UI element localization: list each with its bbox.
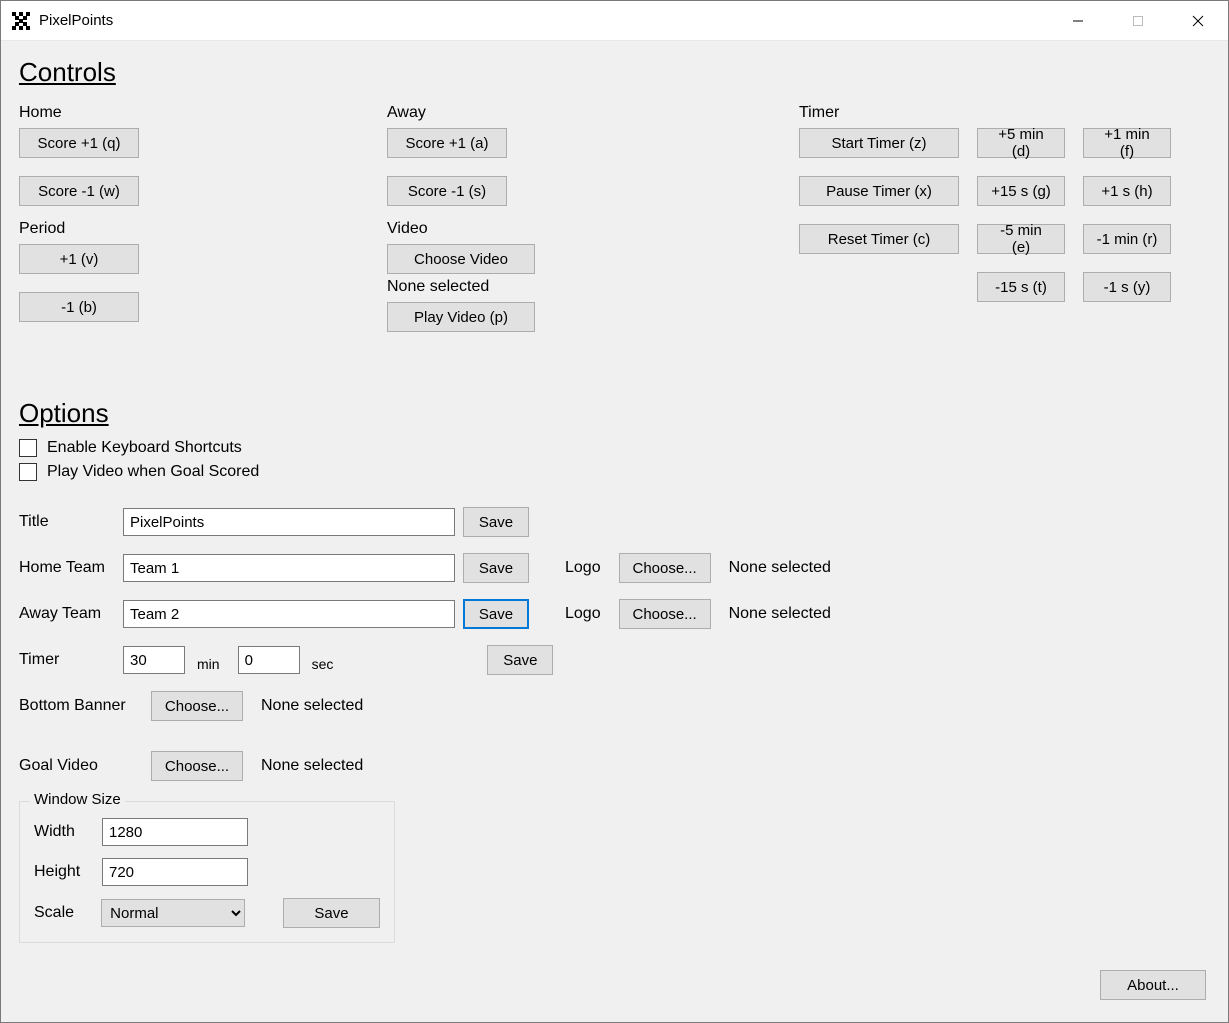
away-score-minus-button[interactable]: Score -1 (s) xyxy=(387,176,507,206)
bottom-banner-label: Bottom Banner xyxy=(19,697,143,715)
home-logo-status: None selected xyxy=(729,559,831,577)
checkbox-icon xyxy=(19,463,37,481)
minus1s-button[interactable]: -1 s (y) xyxy=(1083,272,1171,302)
timer-min-input[interactable] xyxy=(123,646,185,674)
timer-sec-input[interactable] xyxy=(238,646,300,674)
client-area: Controls Home Score +1 (q) Score -1 (w) … xyxy=(1,41,1228,1022)
titlebar: PixelPoints xyxy=(1,1,1228,41)
enable-shortcuts-checkbox[interactable]: Enable Keyboard Shortcuts xyxy=(19,439,1210,457)
goal-video-label: Goal Video xyxy=(19,757,143,775)
save-away-team-button[interactable]: Save xyxy=(463,599,529,629)
home-team-input[interactable] xyxy=(123,554,455,582)
options-area: Enable Keyboard Shortcuts Play Video whe… xyxy=(19,439,1210,481)
settings-form: Title Save Home Team Save Logo Choose...… xyxy=(19,507,1210,943)
save-window-size-button[interactable]: Save xyxy=(283,898,380,928)
plus1min-button[interactable]: +1 min (f) xyxy=(1083,128,1171,158)
maximize-button xyxy=(1108,1,1168,41)
app-icon xyxy=(11,11,31,31)
choose-away-logo-button[interactable]: Choose... xyxy=(619,599,711,629)
save-timer-button[interactable]: Save xyxy=(487,645,553,675)
close-button[interactable] xyxy=(1168,1,1228,41)
choose-home-logo-button[interactable]: Choose... xyxy=(619,553,711,583)
goal-video-status: None selected xyxy=(261,757,363,775)
height-label: Height xyxy=(34,863,94,881)
plus1s-button[interactable]: +1 s (h) xyxy=(1083,176,1171,206)
scale-select[interactable]: Normal xyxy=(101,899,245,927)
home-score-minus-button[interactable]: Score -1 (w) xyxy=(19,176,139,206)
play-video-button[interactable]: Play Video (p) xyxy=(387,302,535,332)
min-label: min xyxy=(197,656,220,672)
window-size-title: Window Size xyxy=(30,791,125,808)
video-label: Video xyxy=(387,220,727,238)
save-title-button[interactable]: Save xyxy=(463,507,529,537)
sec-label: sec xyxy=(312,656,334,672)
choose-bottom-banner-button[interactable]: Choose... xyxy=(151,691,243,721)
window-size-group: Window Size Width Height Scale Normal Sa… xyxy=(19,801,395,943)
options-heading: Options xyxy=(19,398,1210,429)
width-input[interactable] xyxy=(102,818,248,846)
timer-field-label: Timer xyxy=(19,651,115,669)
choose-goal-video-button[interactable]: Choose... xyxy=(151,751,243,781)
home-label: Home xyxy=(19,104,359,122)
title-input[interactable] xyxy=(123,508,455,536)
away-team-input[interactable] xyxy=(123,600,455,628)
enable-shortcuts-label: Enable Keyboard Shortcuts xyxy=(47,439,242,457)
home-score-plus-button[interactable]: Score +1 (q) xyxy=(19,128,139,158)
minus1min-button[interactable]: -1 min (r) xyxy=(1083,224,1171,254)
window-title: PixelPoints xyxy=(39,12,113,29)
choose-video-button[interactable]: Choose Video xyxy=(387,244,535,274)
away-label: Away xyxy=(387,104,727,122)
play-on-goal-label: Play Video when Goal Scored xyxy=(47,463,259,481)
minus15s-button[interactable]: -15 s (t) xyxy=(977,272,1065,302)
controls-grid: Home Score +1 (q) Score -1 (w) Period +1… xyxy=(19,98,1210,398)
checkbox-icon xyxy=(19,439,37,457)
about-button[interactable]: About... xyxy=(1100,970,1206,1000)
controls-heading: Controls xyxy=(19,57,1210,88)
timer-column: Timer Start Timer (z) +5 min (d) +1 min … xyxy=(799,98,1219,320)
reset-timer-button[interactable]: Reset Timer (c) xyxy=(799,224,959,254)
away-column: Away Score +1 (a) Score -1 (s) Video Cho… xyxy=(387,98,727,332)
away-team-label: Away Team xyxy=(19,605,115,623)
home-column: Home Score +1 (q) Score -1 (w) Period +1… xyxy=(19,98,359,322)
plus15s-button[interactable]: +15 s (g) xyxy=(977,176,1065,206)
minus5min-button[interactable]: -5 min (e) xyxy=(977,224,1065,254)
bottom-banner-status: None selected xyxy=(261,697,363,715)
height-input[interactable] xyxy=(102,858,248,886)
play-on-goal-checkbox[interactable]: Play Video when Goal Scored xyxy=(19,463,1210,481)
minimize-button[interactable] xyxy=(1048,1,1108,41)
period-minus-button[interactable]: -1 (b) xyxy=(19,292,139,322)
scale-label: Scale xyxy=(34,904,93,922)
app-window: PixelPoints Controls Home Score +1 (q) S… xyxy=(0,0,1229,1023)
save-home-team-button[interactable]: Save xyxy=(463,553,529,583)
period-label: Period xyxy=(19,220,359,238)
period-plus-button[interactable]: +1 (v) xyxy=(19,244,139,274)
start-timer-button[interactable]: Start Timer (z) xyxy=(799,128,959,158)
plus5min-button[interactable]: +5 min (d) xyxy=(977,128,1065,158)
width-label: Width xyxy=(34,823,94,841)
video-status: None selected xyxy=(387,278,727,296)
title-label: Title xyxy=(19,513,115,531)
home-team-label: Home Team xyxy=(19,559,115,577)
pause-timer-button[interactable]: Pause Timer (x) xyxy=(799,176,959,206)
home-logo-label: Logo xyxy=(565,559,601,577)
timer-label: Timer xyxy=(799,104,1219,122)
away-logo-status: None selected xyxy=(729,605,831,623)
away-logo-label: Logo xyxy=(565,605,601,623)
away-score-plus-button[interactable]: Score +1 (a) xyxy=(387,128,507,158)
